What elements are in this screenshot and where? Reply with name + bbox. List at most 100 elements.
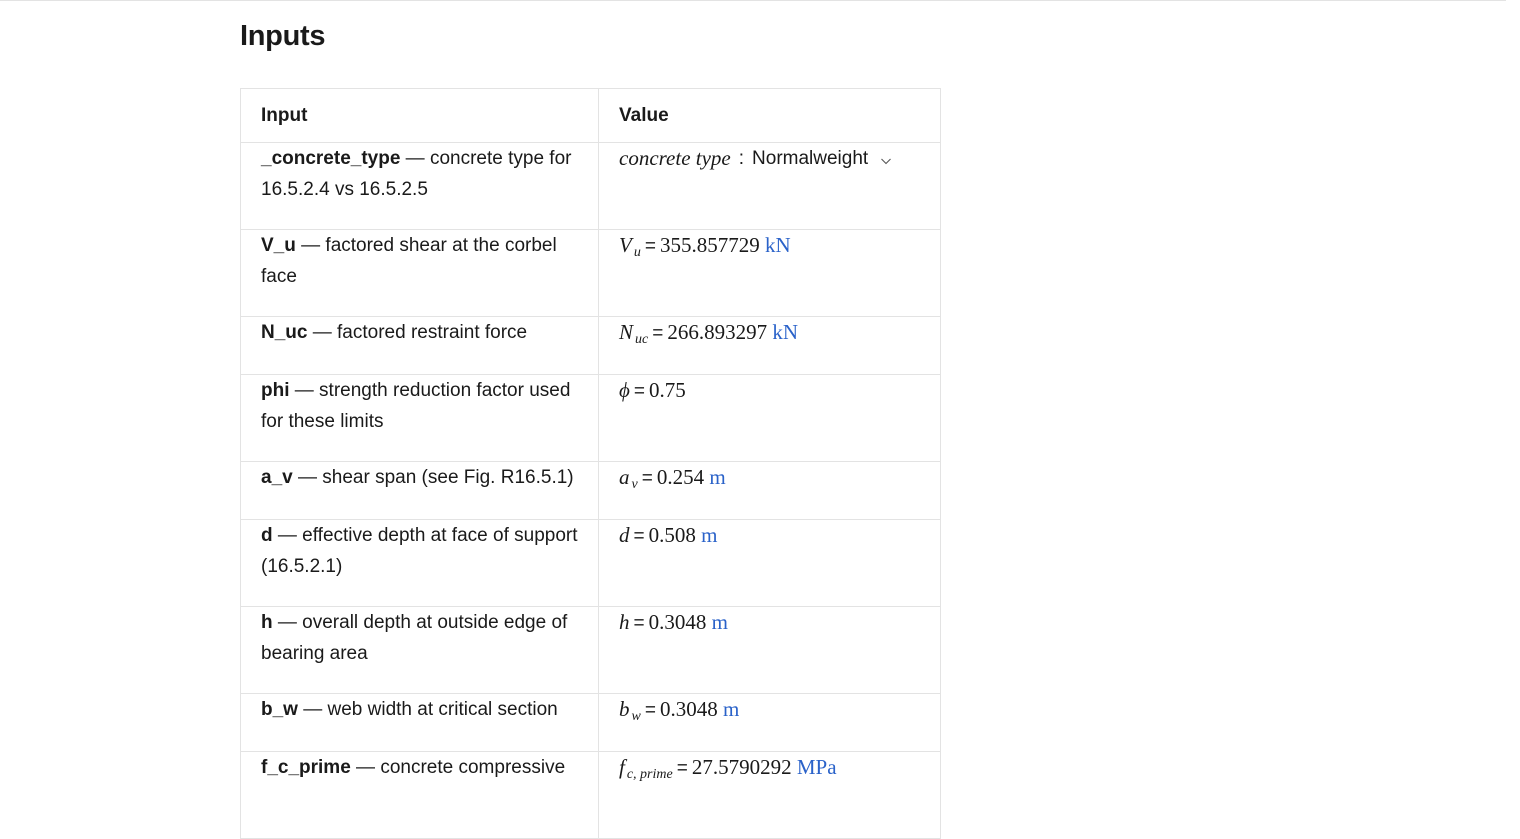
table-header-row: Input Value xyxy=(240,88,941,143)
input-description: b_w — web width at critical section xyxy=(240,693,599,752)
input-name: _concrete_type xyxy=(261,148,401,169)
math-value: a v = 0.254 m xyxy=(619,465,726,492)
column-header-value: Value xyxy=(598,88,941,143)
input-name: a_v xyxy=(261,467,293,488)
input-value-cell[interactable]: f c, prime = 27.5790292 MPa xyxy=(598,751,941,839)
math-symbol: f xyxy=(619,755,625,779)
input-name: phi xyxy=(261,380,290,401)
input-description: h — overall depth at outside edge of bea… xyxy=(240,606,599,694)
math-equals: = xyxy=(676,758,688,779)
input-desc-text: — factored shear at the corbel face xyxy=(261,235,557,287)
math-number: 0.508 xyxy=(648,523,696,547)
math-value: b w = 0.3048 m xyxy=(619,697,740,724)
input-name: d xyxy=(261,525,273,546)
math-subscript: v xyxy=(631,477,638,492)
input-description: N_uc — factored restraint force xyxy=(240,316,599,375)
math-value: f c, prime = 27.5790292 MPa xyxy=(619,755,837,782)
input-desc-text: — concrete compressive xyxy=(350,757,566,778)
math-symbol: ϕ xyxy=(619,378,630,402)
column-header-input: Input xyxy=(240,88,599,143)
input-description: V_u — factored shear at the corbel face xyxy=(240,229,599,317)
table-row: f_c_prime — concrete compressive f c, pri… xyxy=(240,751,941,839)
math-unit: m xyxy=(709,465,726,489)
table-row: b_w — web width at critical section b w = 0… xyxy=(240,693,941,752)
input-name: V_u xyxy=(261,235,296,256)
input-name: b_w xyxy=(261,699,298,720)
chevron-down-icon xyxy=(881,158,892,164)
table-row: N_uc — factored restraint force Nuc = 266.… xyxy=(240,316,941,375)
input-desc-text: — shear span (see Fig. R16.5.1) xyxy=(292,467,574,488)
math-number: 0.3048 xyxy=(659,697,718,721)
math-number: 27.5790292 xyxy=(691,755,792,779)
math-value: Vu = 355.857729 kN xyxy=(619,233,791,260)
input-name: f_c_prime xyxy=(261,757,351,778)
math-equals: = xyxy=(641,468,653,489)
input-description: f_c_prime — concrete compressive xyxy=(240,751,599,839)
math-unit: m xyxy=(722,697,740,721)
math-unit: kN xyxy=(772,320,799,344)
math-subscript: c, prime xyxy=(626,767,673,782)
math-subscript: uc xyxy=(635,332,649,347)
math-value: ϕ = 0.75 xyxy=(619,378,686,402)
top-divider xyxy=(0,0,1506,1)
input-description: d — effective depth at face of support (… xyxy=(240,519,599,607)
select-value: Normalweight xyxy=(752,148,869,169)
input-description: _concrete_type — concrete type for 16.5.… xyxy=(240,142,599,230)
math-equals: = xyxy=(633,381,645,402)
input-value-cell[interactable]: Nuc = 266.893297 kN xyxy=(598,316,941,375)
math-unit: kN xyxy=(764,233,791,257)
inputs-table: Input Value _concrete_type — concrete ty… xyxy=(240,88,941,839)
input-value-cell: concrete type: Normalweight xyxy=(598,142,941,230)
math-number: 0.3048 xyxy=(648,610,707,634)
math-number: 0.254 xyxy=(656,465,705,489)
math-number: 266.893297 xyxy=(667,320,768,344)
math-symbol: b xyxy=(619,697,630,721)
math-symbol: d xyxy=(619,523,630,547)
input-desc-text: — overall depth at outside edge of beari… xyxy=(261,612,568,664)
input-name: N_uc xyxy=(261,322,308,343)
table-row: d — effective depth at face of support (… xyxy=(240,519,941,607)
math-unit: MPa xyxy=(796,755,837,779)
table-row: h — overall depth at outside edge of bea… xyxy=(240,606,941,694)
math-value: d = 0.508 m xyxy=(619,523,717,547)
input-value-cell[interactable]: a v = 0.254 m xyxy=(598,461,941,520)
concrete-type-select[interactable]: concrete type: Normalweight xyxy=(619,143,892,174)
math-symbol: V xyxy=(619,233,632,257)
math-equals: = xyxy=(644,236,656,257)
math-value: Nuc = 266.893297 kN xyxy=(619,320,799,347)
input-value-cell[interactable]: ϕ = 0.75 xyxy=(598,374,941,462)
input-value-cell[interactable]: h = 0.3048 m xyxy=(598,606,941,694)
input-value-cell[interactable]: d = 0.508 m xyxy=(598,519,941,607)
input-desc-text: — factored restraint force xyxy=(307,322,528,343)
inputs-section: Inputs Input Value _concrete_type — conc… xyxy=(240,14,941,839)
math-subscript: u xyxy=(633,245,641,260)
select-colon: : xyxy=(738,148,745,169)
math-symbol: h xyxy=(619,610,630,634)
math-unit: m xyxy=(701,523,718,547)
math-equals: = xyxy=(652,323,664,344)
input-name: h xyxy=(261,612,273,633)
input-description: a_v — shear span (see Fig. R16.5.1) xyxy=(240,461,599,520)
select-label: concrete type xyxy=(619,146,731,170)
math-subscript: w xyxy=(631,709,641,724)
math-equals: = xyxy=(644,700,656,721)
input-desc-text: — web width at critical section xyxy=(297,699,558,720)
input-value-cell[interactable]: b w = 0.3048 m xyxy=(598,693,941,752)
math-number: 355.857729 xyxy=(659,233,760,257)
math-unit: m xyxy=(711,610,728,634)
math-number: 0.75 xyxy=(648,378,686,402)
section-title: Inputs xyxy=(240,20,326,52)
math-symbol: N xyxy=(619,320,634,344)
table-row: a_v — shear span (see Fig. R16.5.1) a v = 0… xyxy=(240,461,941,520)
math-value: h = 0.3048 m xyxy=(619,610,728,634)
math-equals: = xyxy=(633,613,645,634)
input-desc-text: — effective depth at face of support (16… xyxy=(261,525,578,577)
table-row: V_u — factored shear at the corbel face … xyxy=(240,229,941,317)
table-row: phi — strength reduction factor used for… xyxy=(240,374,941,462)
math-symbol: a xyxy=(619,465,630,489)
table-row: _concrete_type — concrete type for 16.5.… xyxy=(240,142,941,230)
input-value-cell[interactable]: Vu = 355.857729 kN xyxy=(598,229,941,317)
input-description: phi — strength reduction factor used for… xyxy=(240,374,599,462)
math-equals: = xyxy=(633,526,645,547)
input-desc-text: — strength reduction factor used for the… xyxy=(261,380,571,432)
